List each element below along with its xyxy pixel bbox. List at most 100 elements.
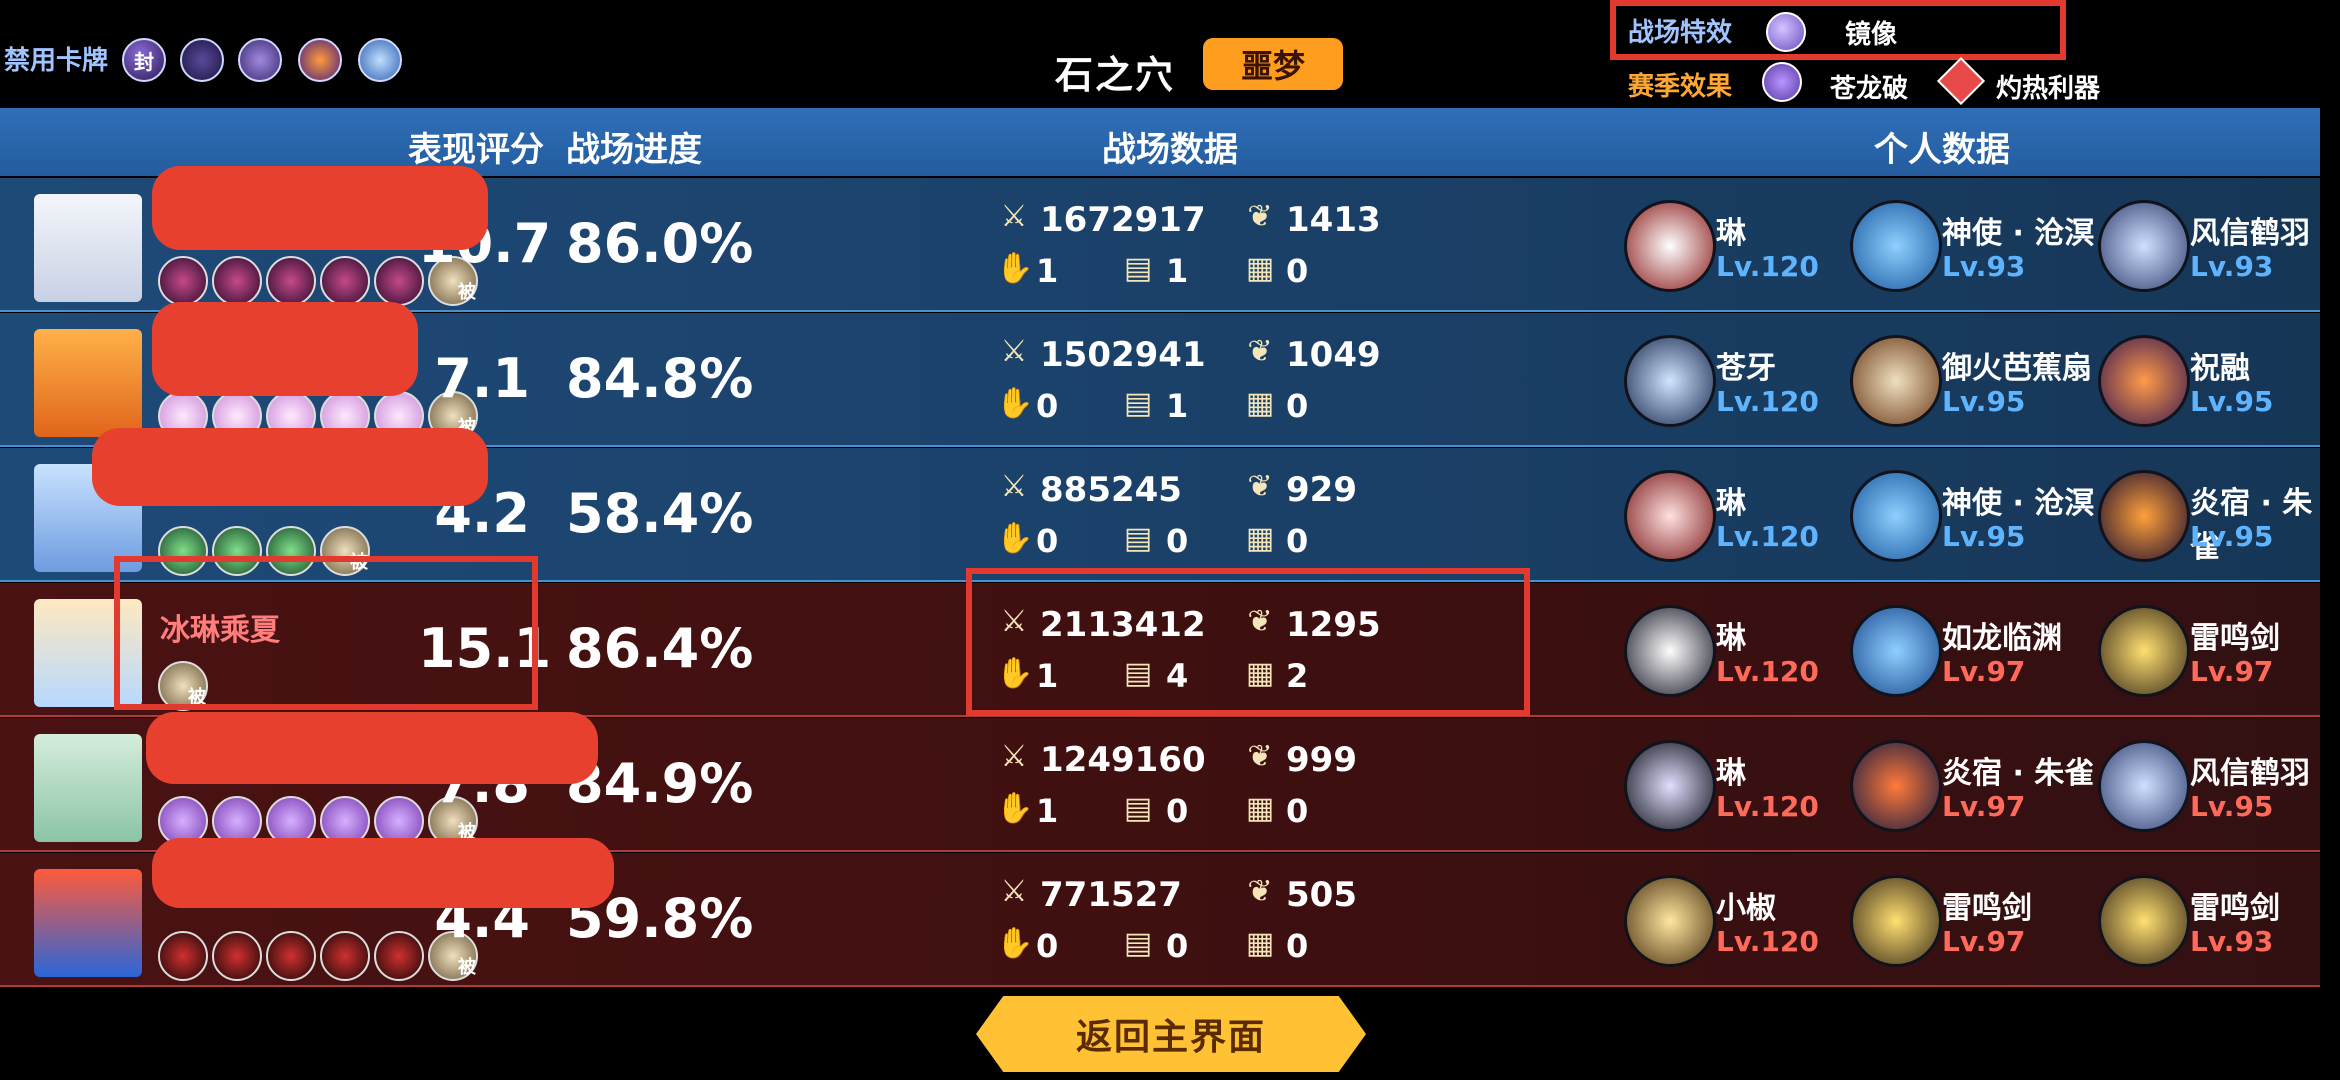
hero-level: Lv.97 — [1942, 790, 2026, 823]
purple-card-icon[interactable] — [180, 38, 224, 82]
hero-avatar[interactable] — [2098, 740, 2190, 832]
hero-avatar[interactable] — [1624, 200, 1716, 292]
hero-avatar[interactable] — [1850, 335, 1942, 427]
book-icon: ▤ — [1123, 521, 1153, 556]
redaction — [146, 712, 598, 784]
seal-card-icon[interactable]: 封 — [122, 38, 166, 82]
kill-value: 505 — [1286, 875, 1357, 915]
equipped-card-icon[interactable] — [212, 931, 262, 981]
sword-icon: ⚔ — [1000, 739, 1028, 774]
ghost-card-icon[interactable] — [358, 38, 402, 82]
season-effect-2: 灼热利器 — [1996, 74, 2101, 104]
return-button-label: 返回主界面 — [1075, 1017, 1266, 1058]
hero-avatar[interactable] — [2098, 200, 2190, 292]
hero-avatar[interactable] — [2098, 470, 2190, 562]
player-avatar[interactable] — [34, 734, 142, 842]
equipped-card-icon[interactable] — [158, 931, 208, 981]
kill-icon: ❦ — [1247, 199, 1273, 234]
stat-1-value: 0 — [1036, 522, 1059, 560]
player-avatar[interactable] — [34, 329, 142, 437]
stat-2-value: 0 — [1166, 927, 1189, 965]
hero-level: Lv.120 — [1716, 250, 1819, 283]
sword-icon: ⚔ — [1000, 469, 1028, 504]
stat-3-value: 0 — [1286, 252, 1309, 290]
hero-level: Lv.93 — [2190, 925, 2274, 958]
header-score: 表现评分 — [408, 130, 544, 170]
kill-icon: ❦ — [1247, 334, 1273, 369]
hero-avatar[interactable] — [1624, 875, 1716, 967]
battle-progress: 84.8% — [566, 347, 754, 410]
stat-3-value: 0 — [1286, 792, 1309, 830]
battle-progress: 86.4% — [566, 617, 754, 680]
equipped-card-icon[interactable] — [374, 931, 424, 981]
hero-name: 风信鹤羽 — [2190, 756, 2310, 791]
equipped-card-icon[interactable] — [212, 256, 262, 306]
hero-avatar[interactable] — [1624, 470, 1716, 562]
hero-name: 神使 · 沧溟 — [1942, 486, 2095, 521]
hero-avatar[interactable] — [2098, 875, 2190, 967]
hero-avatar[interactable] — [1624, 335, 1716, 427]
hero-name: 雷鸣剑 — [2190, 621, 2280, 656]
kill-icon: ❦ — [1247, 874, 1273, 909]
player-avatar[interactable] — [34, 194, 142, 302]
dragon-break-icon[interactable] — [1762, 62, 1802, 102]
hero-level: Lv.97 — [1942, 655, 2026, 688]
hero-avatar[interactable] — [1624, 605, 1716, 697]
kill-icon: ❦ — [1247, 469, 1273, 504]
highlight-name-box — [114, 556, 538, 710]
equipped-card-icon[interactable] — [266, 256, 316, 306]
header-battle-data: 战场数据 — [1102, 130, 1238, 170]
hero-name: 琳 — [1716, 756, 1746, 791]
chest-icon: ▦ — [1245, 791, 1275, 826]
hero-avatar[interactable] — [1850, 875, 1942, 967]
hero-avatar[interactable] — [1624, 740, 1716, 832]
battle-progress: 86.0% — [566, 212, 754, 275]
redaction — [152, 838, 614, 908]
redaction — [92, 428, 488, 506]
rescue-icon: ✋ — [996, 521, 1034, 556]
chest-icon: ▦ — [1245, 386, 1275, 421]
book-icon: ▤ — [1123, 386, 1153, 421]
damage-value: 885245 — [1040, 470, 1182, 510]
equipped-card-icon[interactable] — [320, 256, 370, 306]
hero-avatar[interactable] — [1850, 470, 1942, 562]
hero-avatar[interactable] — [1850, 605, 1942, 697]
hero-level: Lv.95 — [1942, 520, 2026, 553]
season-effect-1: 苍龙破 — [1830, 74, 1909, 104]
sword-icon: ⚔ — [1000, 199, 1028, 234]
mirror-effect-icon[interactable] — [1766, 12, 1806, 52]
chest-icon: ▦ — [1245, 926, 1275, 961]
return-main-button[interactable]: 返回主界面 — [976, 996, 1366, 1072]
map-name: 石之穴 — [1055, 53, 1176, 97]
player-avatar[interactable] — [34, 869, 142, 977]
equipped-card-icon[interactable] — [266, 931, 316, 981]
stat-1-value: 1 — [1036, 252, 1059, 290]
hero-avatar[interactable] — [1850, 740, 1942, 832]
fire-card-icon[interactable] — [298, 38, 342, 82]
hero-avatar[interactable] — [2098, 605, 2190, 697]
hero-avatar[interactable] — [1850, 200, 1942, 292]
hero-name: 雷鸣剑 — [2190, 891, 2280, 926]
sword-icon: ⚔ — [1000, 334, 1028, 369]
hero-level: Lv.95 — [2190, 520, 2274, 553]
equipped-card-icon[interactable] — [158, 256, 208, 306]
damage-value: 771527 — [1040, 875, 1182, 915]
kill-value: 1413 — [1286, 200, 1381, 240]
equipped-card-icon[interactable] — [320, 931, 370, 981]
hero-name: 祝融 — [2190, 351, 2250, 386]
hero-name: 雷鸣剑 — [1942, 891, 2032, 926]
stat-3-value: 0 — [1286, 387, 1309, 425]
hero-avatar[interactable] — [2098, 335, 2190, 427]
hero-level: Lv.95 — [1942, 385, 2026, 418]
hero-level: Lv.95 — [2190, 385, 2274, 418]
equipped-card-icon[interactable] — [374, 256, 424, 306]
passive-badge-glyph: 被 — [458, 957, 476, 978]
stat-2-value: 0 — [1166, 792, 1189, 830]
stat-3-value: 0 — [1286, 927, 1309, 965]
scroll-card-icon[interactable] — [238, 38, 282, 82]
performance-score: 7.1 — [434, 347, 530, 410]
rescue-icon: ✋ — [996, 251, 1034, 286]
season-effect-label: 赛季效果 — [1628, 72, 1733, 102]
hero-name: 如龙临渊 — [1942, 621, 2062, 656]
battle-effect-label: 战场特效 — [1628, 18, 1733, 48]
